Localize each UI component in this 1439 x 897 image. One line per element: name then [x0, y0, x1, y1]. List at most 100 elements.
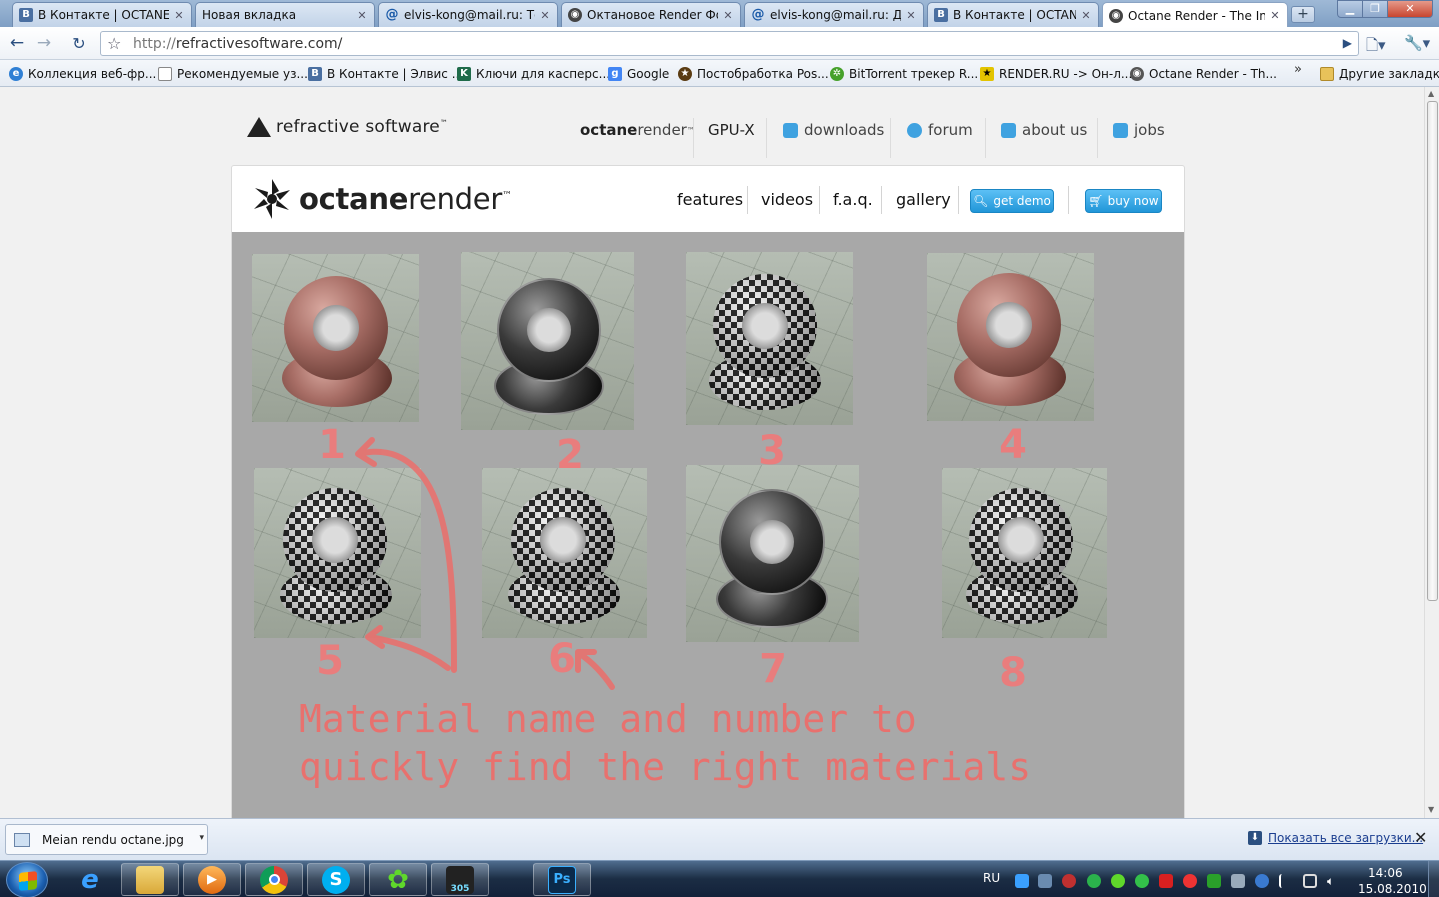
utorrent-icon[interactable]: [1207, 874, 1221, 888]
taskbar-photoshop[interactable]: Ps: [533, 863, 591, 896]
close-icon[interactable]: ✕: [722, 9, 734, 22]
refractive-logo[interactable]: refractive software™: [247, 117, 448, 137]
start-button[interactable]: [6, 862, 48, 897]
clock-date[interactable]: 15.08.2010: [1358, 882, 1427, 896]
camera-icon: ◉: [1109, 8, 1123, 23]
taskbar-nero[interactable]: 305: [431, 863, 489, 896]
opera-icon[interactable]: [1183, 874, 1197, 888]
url-text[interactable]: http://refractivesoftware.com/: [133, 36, 342, 52]
nav-jobs[interactable]: jobs: [1113, 121, 1165, 139]
nav-videos[interactable]: videos: [761, 190, 813, 209]
network-icon[interactable]: [1303, 874, 1317, 888]
device-icon[interactable]: [1231, 874, 1245, 888]
volume-icon[interactable]: 🔈︎: [1327, 874, 1341, 888]
scroll-thumb[interactable]: [1427, 101, 1438, 601]
nav-gallery[interactable]: gallery: [896, 190, 951, 209]
close-icon[interactable]: ✕: [1080, 9, 1092, 22]
back-arrow-icon[interactable]: ←: [6, 33, 28, 55]
tab-4[interactable]: ◉ Октановое Render Фо... ✕: [561, 2, 741, 27]
scroll-up-icon[interactable]: ▲: [1428, 89, 1434, 98]
bookmark-item[interactable]: ✲ BitTorrent трекер R...: [830, 64, 978, 83]
show-desktop-button[interactable]: [1428, 861, 1439, 897]
star-icon[interactable]: ☆: [107, 34, 121, 53]
nav-forum[interactable]: forum: [907, 121, 973, 139]
nav-features[interactable]: features: [677, 190, 743, 209]
octane-logo[interactable]: octanerender™: [249, 176, 512, 222]
taskbar-skype[interactable]: S: [307, 863, 365, 896]
chevron-down-icon[interactable]: ▾: [199, 833, 204, 843]
nav-octanerender[interactable]: octane render ™: [580, 121, 695, 139]
material-number: 1: [318, 422, 346, 468]
close-icon[interactable]: ✕: [1414, 828, 1427, 847]
tab-label: Новая вкладка: [202, 8, 297, 22]
tab-1[interactable]: В В Контакте | OCTANE ... ✕: [12, 2, 192, 27]
update-icon[interactable]: [1255, 874, 1269, 888]
taskbar-chrome[interactable]: [245, 863, 303, 896]
minimize-button[interactable]: ▁: [1337, 0, 1363, 18]
flag-icon[interactable]: [1279, 874, 1293, 888]
nav-about-us[interactable]: about us: [1001, 121, 1087, 139]
tab-2[interactable]: Новая вкладка ✕: [195, 2, 375, 27]
taskbar-explorer[interactable]: [121, 863, 179, 896]
vk-icon: В: [934, 8, 948, 22]
tab-5[interactable]: @ elvis-kong@mail.ru: Да... ✕: [744, 2, 924, 27]
tab-7-active[interactable]: ◉ Octane Render - The In... ✕: [1102, 2, 1288, 28]
material-number: 6: [548, 636, 576, 682]
download-item[interactable]: Meian rendu octane.jpg ▾: [5, 824, 208, 855]
bookmark-item[interactable]: e Коллекция веб-фр...: [9, 64, 156, 83]
bookmark-label: Octane Render - Th...: [1149, 66, 1277, 81]
close-icon[interactable]: ✕: [173, 9, 185, 22]
nav-downloads[interactable]: downloads: [783, 121, 884, 139]
nav-gpux[interactable]: GPU-X: [708, 121, 755, 139]
maximize-button[interactable]: ❐: [1362, 0, 1388, 18]
bookmark-item[interactable]: ★ Постобработка Pos...: [678, 64, 829, 83]
bookmark-item[interactable]: ★ RENDER.RU -> Он-л...: [980, 64, 1132, 83]
messenger-icon[interactable]: [1135, 874, 1149, 888]
tab-3[interactable]: @ elvis-kong@mail.ru: То... ✕: [378, 2, 558, 27]
reload-icon[interactable]: ↻: [68, 33, 90, 55]
vertical-scrollbar[interactable]: ▲ ▼: [1424, 87, 1439, 818]
forward-arrow-icon[interactable]: →: [33, 33, 55, 55]
bookmark-item[interactable]: ◉ Octane Render - Th...: [1130, 64, 1277, 83]
buy-now-button[interactable]: 🛒︎ buy now: [1085, 189, 1162, 213]
bookmark-item[interactable]: В В Контакте | Элвис ...: [308, 64, 463, 83]
taskbar-ie[interactable]: e: [61, 863, 119, 896]
new-tab-button[interactable]: +: [1291, 6, 1315, 23]
chat-icon[interactable]: [1087, 874, 1101, 888]
close-window-button[interactable]: ✕: [1387, 0, 1433, 18]
mail-agent-icon[interactable]: [1159, 874, 1173, 888]
page-menu-icon[interactable]: 🗋▾: [1366, 35, 1386, 60]
other-bookmarks-folder[interactable]: Другие закладки: [1320, 64, 1439, 83]
bookmark-label: Рекомендуемые уз...: [177, 66, 308, 81]
antivirus-icon[interactable]: [1062, 874, 1076, 888]
close-icon[interactable]: ✕: [539, 9, 551, 22]
icq-tray-icon[interactable]: [1111, 874, 1125, 888]
nav-faq[interactable]: f.a.q.: [833, 190, 873, 209]
network-drive-icon[interactable]: [1038, 874, 1052, 888]
scroll-down-icon[interactable]: ▼: [1428, 805, 1434, 814]
taskbar-media-player[interactable]: ▶: [183, 863, 241, 896]
bookmark-item[interactable]: Рекомендуемые уз...: [158, 64, 308, 83]
taskbar-icq[interactable]: ✿: [369, 863, 427, 896]
wrench-icon[interactable]: 🔧▾: [1404, 34, 1430, 52]
bookmark-item[interactable]: g Google: [608, 64, 669, 83]
triangle-logo-icon: [247, 117, 271, 137]
material-number: 4: [999, 422, 1027, 468]
chevron-more-icon[interactable]: »: [1294, 62, 1302, 77]
show-all-downloads-link[interactable]: ⬇ Показать все загрузки...: [1248, 831, 1423, 845]
bookmark-item[interactable]: K Ключи для касперс...: [457, 64, 610, 83]
play-icon[interactable]: ▶: [1343, 36, 1352, 50]
tab-6[interactable]: В В Контакте | OCTANE ... ✕: [927, 2, 1099, 27]
skype-icon: S: [322, 865, 350, 894]
get-demo-button[interactable]: 🔍︎ get demo: [970, 189, 1054, 213]
dropbox-icon[interactable]: [1015, 874, 1029, 888]
language-indicator[interactable]: RU: [983, 871, 1000, 885]
app-badge: 305: [450, 883, 470, 894]
arrow-to-6: [577, 651, 615, 690]
bookmark-label: BitTorrent трекер R...: [849, 66, 979, 81]
close-icon[interactable]: ✕: [1269, 9, 1281, 22]
address-bar[interactable]: ☆ http://refractivesoftware.com/ ▶: [100, 31, 1359, 56]
close-icon[interactable]: ✕: [905, 9, 917, 22]
clock-time[interactable]: 14:06: [1368, 866, 1403, 880]
close-icon[interactable]: ✕: [356, 9, 368, 22]
